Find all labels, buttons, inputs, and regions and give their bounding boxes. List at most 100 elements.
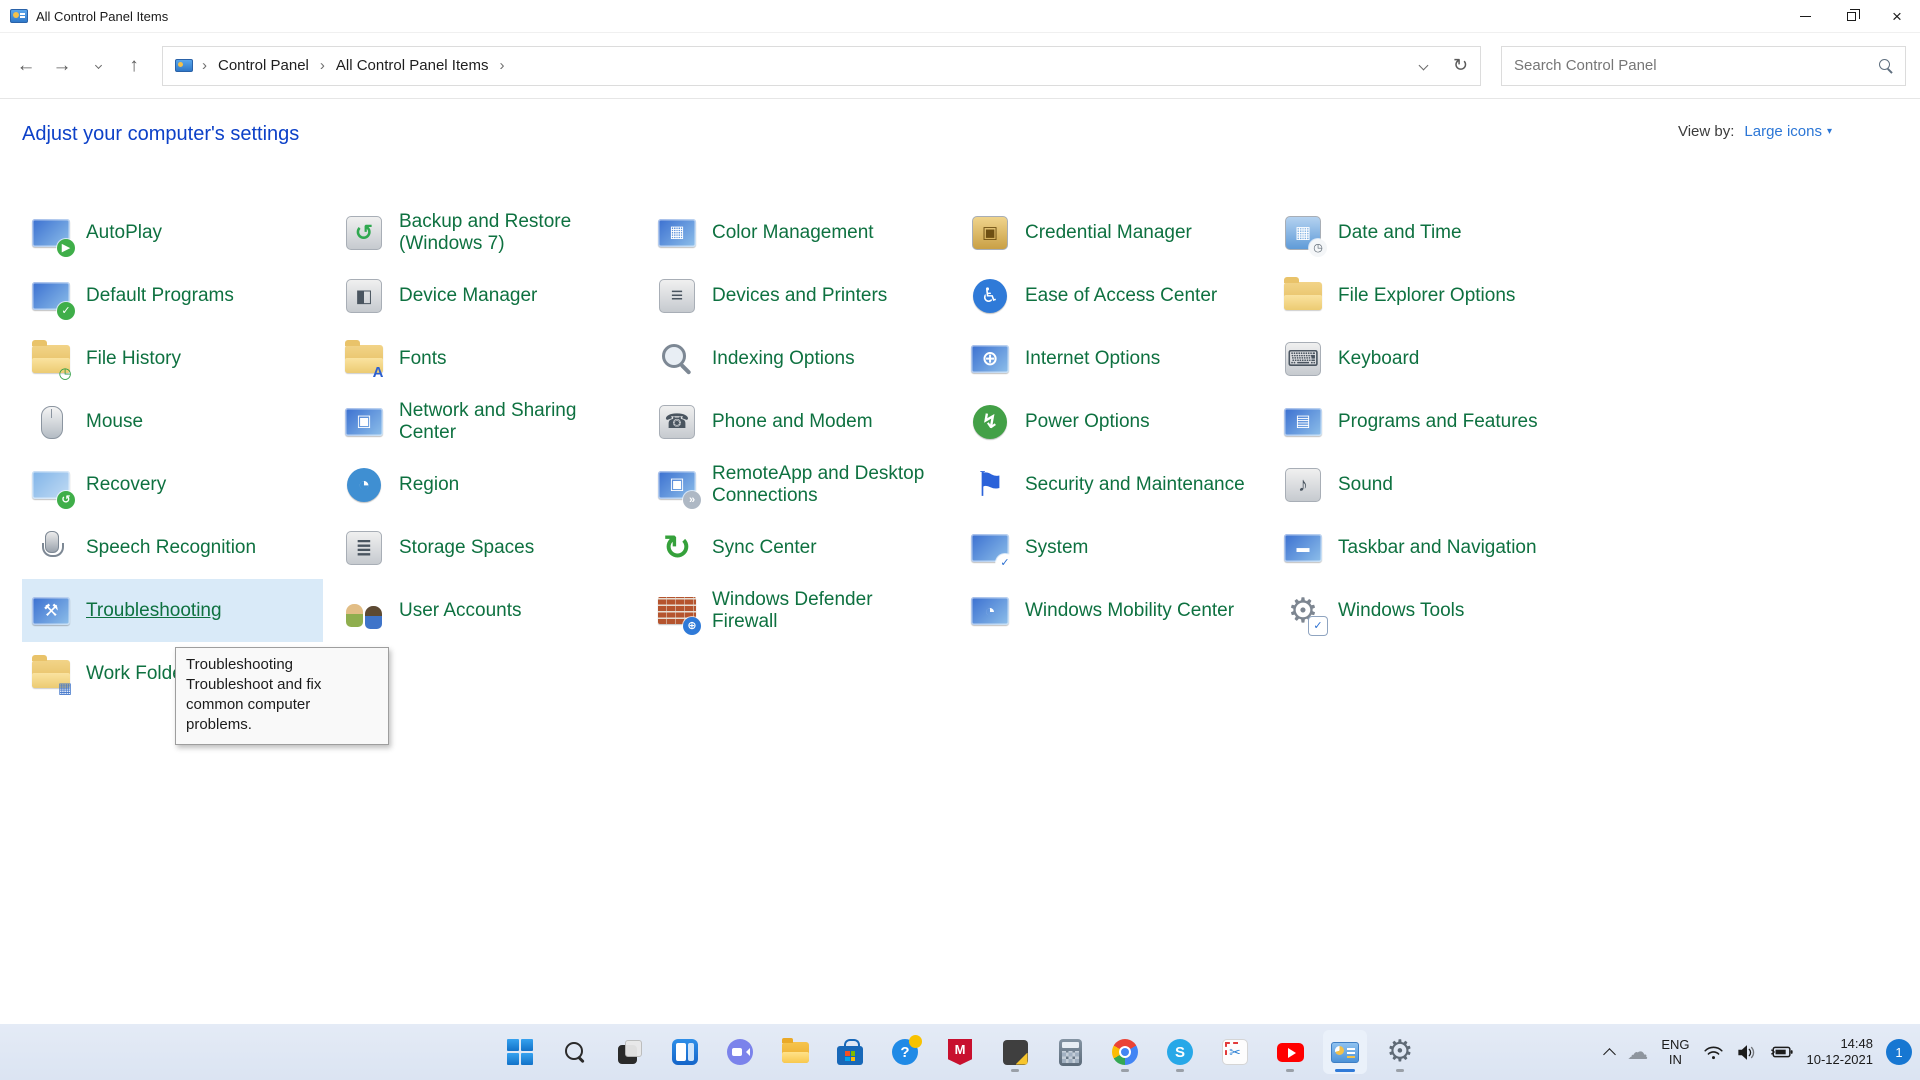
cpl-item-autoplay[interactable]: ▶ AutoPlay: [22, 201, 323, 264]
search-input[interactable]: [1514, 57, 1878, 74]
taskbar-chrome-icon[interactable]: [1103, 1030, 1147, 1074]
cpl-item-system[interactable]: ✓ System: [961, 516, 1262, 579]
cpl-item-speech-recognition[interactable]: Speech Recognition: [22, 516, 323, 579]
restore-button[interactable]: [1828, 0, 1874, 32]
cpl-item-storage-spaces[interactable]: ≣ Storage Spaces: [335, 516, 636, 579]
cpl-item-file-history[interactable]: ◷ File History: [22, 327, 323, 390]
notification-badge[interactable]: 1: [1886, 1039, 1912, 1065]
cpl-item-remoteapp-and-desktop-connections[interactable]: ▣» RemoteApp and Desktop Connections: [648, 453, 949, 516]
search-icon[interactable]: [1878, 58, 1893, 73]
backup-and-restore-windows-7-icon: ↺: [343, 212, 385, 254]
item-label: Windows Tools: [1338, 599, 1465, 621]
cpl-item-sync-center[interactable]: ↻ Sync Center: [648, 516, 949, 579]
chevron-down-icon: [94, 61, 102, 70]
taskbar-file-explorer-icon[interactable]: [773, 1030, 817, 1074]
item-label: RemoteApp and Desktop Connections: [712, 462, 925, 506]
cpl-item-taskbar-and-navigation[interactable]: ▬ Taskbar and Navigation: [1274, 516, 1575, 579]
cpl-item-indexing-options[interactable]: Indexing Options: [648, 327, 949, 390]
cpl-item-device-manager[interactable]: ◧ Device Manager: [335, 264, 636, 327]
language-indicator[interactable]: ENG IN: [1661, 1037, 1689, 1067]
sound-icon: ♪: [1282, 464, 1324, 506]
taskbar-start-icon[interactable]: [498, 1030, 542, 1074]
view-by-dropdown[interactable]: Large icons ▾: [1744, 123, 1832, 140]
recent-pages-dropdown[interactable]: [80, 48, 116, 84]
cpl-item-troubleshooting[interactable]: ⚒ Troubleshooting: [22, 579, 323, 642]
cpl-item-windows-tools[interactable]: ⚙ ✓ Windows Tools: [1274, 579, 1575, 642]
security-and-maintenance-icon: ⚑: [974, 465, 1006, 504]
taskbar-chat-icon[interactable]: [718, 1030, 762, 1074]
wifi-icon[interactable]: [1703, 1044, 1724, 1061]
item-label: Credential Manager: [1025, 221, 1192, 243]
cpl-item-default-programs[interactable]: ✓ Default Programs: [22, 264, 323, 327]
speech-recognition-icon: [30, 527, 72, 569]
cpl-item-power-options[interactable]: ↯ Power Options: [961, 390, 1262, 453]
search-box[interactable]: [1501, 45, 1906, 86]
cpl-item-network-and-sharing-center[interactable]: ▣ Network and Sharing Center: [335, 390, 636, 453]
taskbar-sticky-notes-icon[interactable]: [993, 1030, 1037, 1074]
cpl-item-user-accounts[interactable]: User Accounts: [335, 579, 636, 642]
item-label: Power Options: [1025, 410, 1150, 432]
cpl-item-security-and-maintenance[interactable]: ⚑ Security and Maintenance: [961, 453, 1262, 516]
item-label: Phone and Modem: [712, 410, 873, 432]
cpl-item-mouse[interactable]: Mouse: [22, 390, 323, 453]
tray-time: 14:48: [1840, 1036, 1873, 1051]
cpl-item-color-management[interactable]: ▦ Color Management: [648, 201, 949, 264]
cpl-item-fonts[interactable]: A Fonts: [335, 327, 636, 390]
taskbar-microsoft-store-icon[interactable]: [828, 1030, 872, 1074]
volume-icon[interactable]: [1737, 1044, 1757, 1061]
refresh-icon[interactable]: ↻: [1453, 55, 1468, 76]
icon-badge: ✓: [1309, 616, 1327, 635]
clock[interactable]: 14:48 10-12-2021: [1807, 1036, 1874, 1068]
taskbar-calculator-icon[interactable]: [1048, 1030, 1092, 1074]
battery-icon[interactable]: [1770, 1044, 1794, 1060]
cpl-item-recovery[interactable]: ↺ Recovery: [22, 453, 323, 516]
minimize-button[interactable]: [1782, 0, 1828, 32]
cpl-item-date-and-time[interactable]: ▦ ◷ Date and Time: [1274, 201, 1575, 264]
onedrive-icon[interactable]: ☁: [1627, 1042, 1648, 1063]
cpl-item-devices-and-printers[interactable]: ≡ Devices and Printers: [648, 264, 949, 327]
close-button[interactable]: ×: [1874, 0, 1920, 32]
icon-badge: ✓: [57, 301, 75, 320]
cpl-item-windows-defender-firewall[interactable]: ⊕ Windows Defender Firewall: [648, 579, 949, 642]
taskbar-settings-icon[interactable]: ⚙: [1378, 1030, 1422, 1074]
taskbar-mcafee-icon[interactable]: M: [938, 1030, 982, 1074]
running-indicator: [1011, 1069, 1019, 1072]
taskbar-task-view-icon[interactable]: [608, 1030, 652, 1074]
address-bar[interactable]: › Control Panel › All Control Panel Items ›…: [162, 45, 1481, 86]
address-dropdown-icon[interactable]: [1418, 60, 1429, 71]
breadcrumb-item[interactable]: All Control Panel Items: [334, 55, 491, 76]
taskbar-search-icon[interactable]: [553, 1030, 597, 1074]
taskbar-get-help-icon[interactable]: ?: [883, 1030, 927, 1074]
breadcrumb-item[interactable]: Control Panel: [216, 55, 311, 76]
back-button[interactable]: ←: [8, 48, 44, 84]
storage-spaces-icon: ≣: [343, 527, 385, 569]
cpl-item-sound[interactable]: ♪ Sound: [1274, 453, 1575, 516]
cpl-item-file-explorer-options[interactable]: File Explorer Options: [1274, 264, 1575, 327]
cpl-item-internet-options[interactable]: ⊕ Internet Options: [961, 327, 1262, 390]
cpl-item-ease-of-access-center[interactable]: ♿ Ease of Access Center: [961, 264, 1262, 327]
cpl-item-windows-mobility-center[interactable]: ◔ Windows Mobility Center: [961, 579, 1262, 642]
up-button[interactable]: ↑: [116, 48, 152, 84]
breadcrumb-separator: ›: [499, 57, 505, 74]
forward-button[interactable]: →: [44, 48, 80, 84]
file-explorer-options-icon: [1282, 275, 1324, 317]
cpl-item-region[interactable]: ◔ Region: [335, 453, 636, 516]
icon-badge: ↺: [57, 490, 75, 509]
cpl-item-credential-manager[interactable]: ▣ Credential Manager: [961, 201, 1262, 264]
taskbar-youtube-icon[interactable]: [1268, 1030, 1312, 1074]
cpl-item-phone-and-modem[interactable]: ☎ Phone and Modem: [648, 390, 949, 453]
cpl-item-programs-and-features[interactable]: ▤ Programs and Features: [1274, 390, 1575, 453]
running-indicator: [1176, 1069, 1184, 1072]
item-label: Internet Options: [1025, 347, 1161, 369]
ease-of-access-center-icon: ♿: [969, 275, 1011, 317]
remoteapp-and-desktop-connections-icon: ▣»: [656, 464, 701, 509]
taskbar-widgets-icon[interactable]: [663, 1030, 707, 1074]
user-accounts-icon: [343, 590, 385, 632]
credential-manager-icon: ▣: [969, 212, 1011, 254]
taskbar-skype-icon[interactable]: S: [1158, 1030, 1202, 1074]
cpl-item-keyboard[interactable]: ⌨ Keyboard: [1274, 327, 1575, 390]
tray-overflow-chevron-icon[interactable]: [1603, 1047, 1617, 1061]
cpl-item-backup-and-restore-windows-7[interactable]: ↺ Backup and Restore (Windows 7): [335, 201, 636, 264]
taskbar-control-panel-icon[interactable]: [1323, 1030, 1367, 1074]
taskbar-snipping-tool-icon[interactable]: ✂: [1213, 1030, 1257, 1074]
